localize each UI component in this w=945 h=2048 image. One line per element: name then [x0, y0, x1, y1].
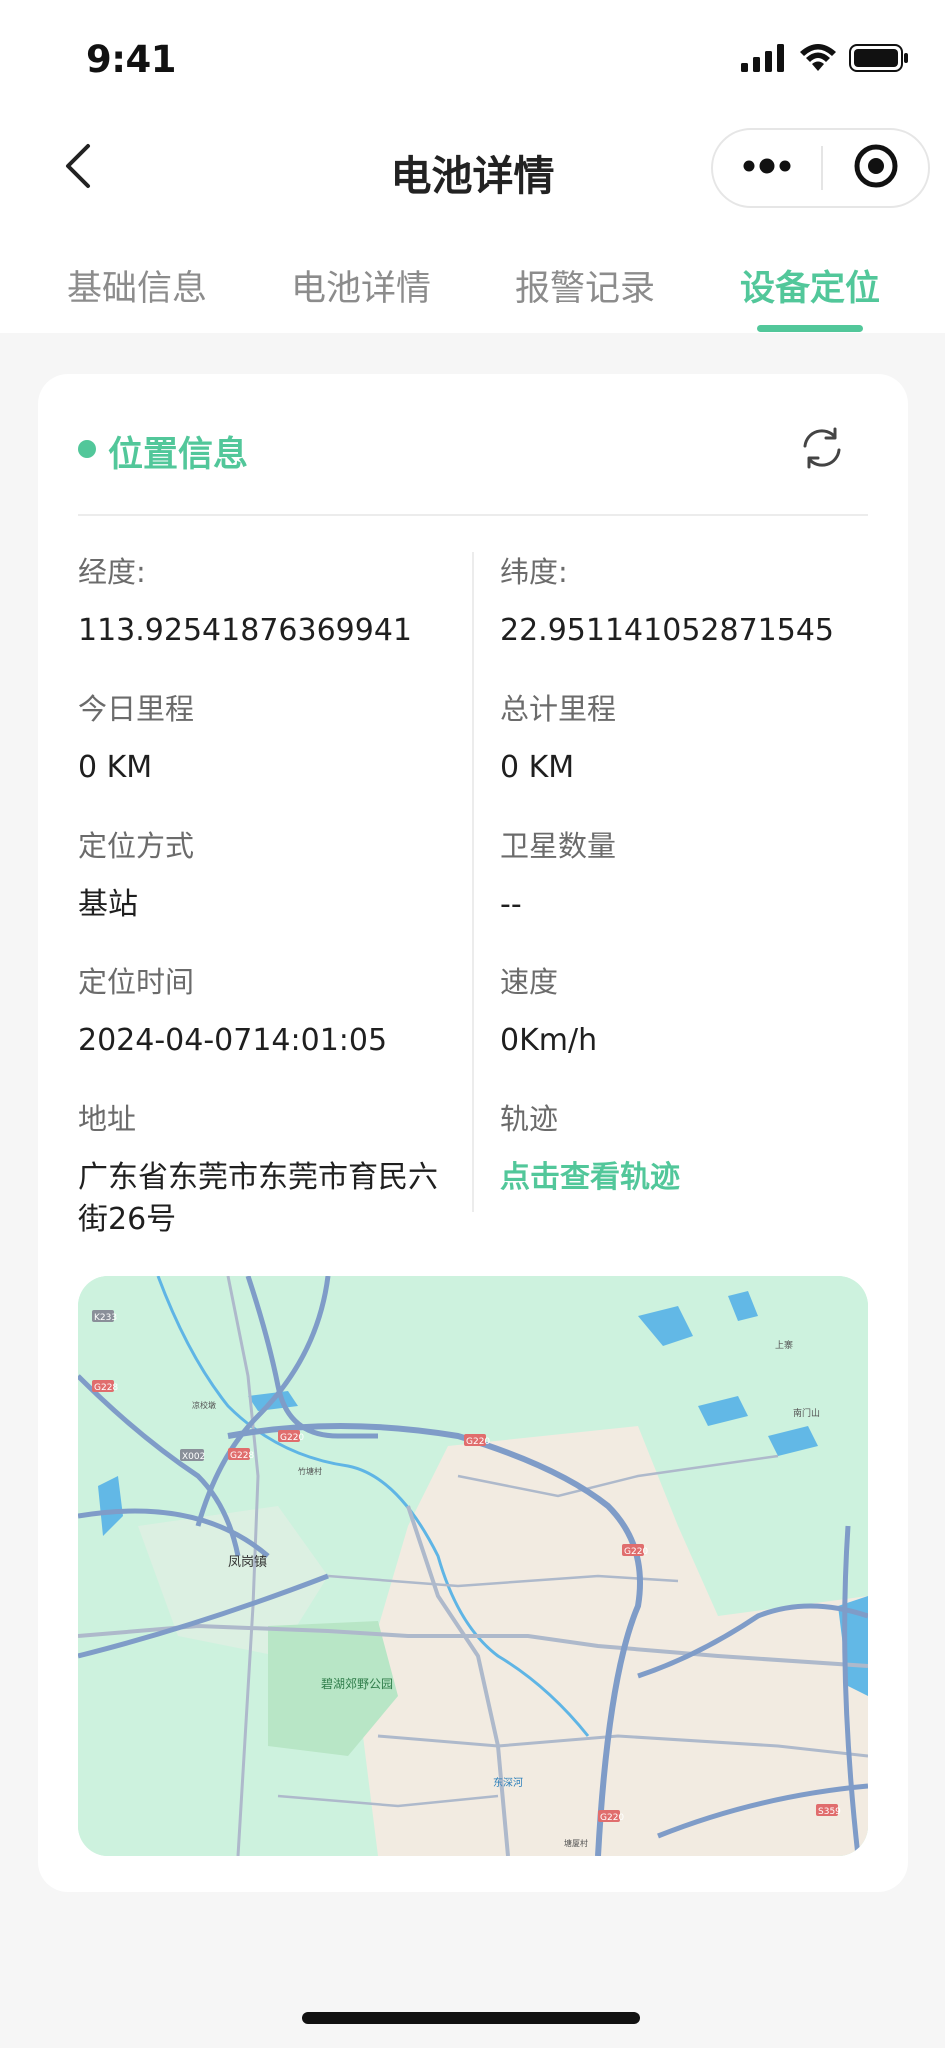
address-field: 地址 广东省东莞市东莞市育民六街26号	[78, 1099, 448, 1241]
battery-icon	[849, 44, 909, 76]
map-label-fenggang: 凤岗镇	[228, 1555, 267, 1570]
svg-text:G220: G220	[466, 1437, 490, 1447]
latitude-field: 纬度: 22.951141052871545	[500, 552, 880, 652]
field-label: 定位方式	[78, 829, 195, 863]
map-label-zhutangcun: 竹塘村	[298, 1466, 322, 1476]
more-button[interactable]	[713, 130, 821, 206]
header-area: 9:41 电池详情 基础信息 电池详情 报警记录 设备定位	[0, 0, 945, 333]
close-mini-program-button[interactable]	[823, 130, 928, 206]
track-field: 轨迹 点击查看轨迹	[500, 1099, 880, 1199]
header-divider	[78, 514, 868, 516]
locate-time-field: 定位时间 2024-04-0714:01:05	[78, 962, 458, 1062]
svg-text:G228: G228	[230, 1451, 254, 1461]
svg-text:G220: G220	[600, 1813, 624, 1823]
status-dot	[78, 440, 96, 458]
svg-text:X002: X002	[182, 1452, 205, 1462]
address-value: 广东省东莞市东莞市育民六街26号	[78, 1160, 438, 1237]
latitude-value: 22.951141052871545	[500, 613, 835, 648]
field-label: 定位时间	[78, 965, 195, 999]
field-label: 速度	[500, 965, 559, 999]
location-card: 位置信息 经度: 113.92541876369941 纬度: 22.95114…	[38, 374, 908, 1892]
refresh-icon	[799, 425, 845, 475]
map-label-yandun: 凉校墩	[192, 1400, 216, 1410]
tab-alarm-records[interactable]: 报警记录	[485, 260, 685, 311]
svg-text:G228: G228	[94, 1383, 118, 1393]
total-mileage-field: 总计里程 0 KM	[500, 689, 880, 789]
nav-bar: 电池详情	[0, 120, 945, 220]
tab-battery-details[interactable]: 电池详情	[261, 260, 461, 311]
svg-text:S359: S359	[818, 1807, 841, 1817]
field-label: 经度:	[78, 555, 146, 589]
tab-basic-info[interactable]: 基础信息	[37, 260, 237, 311]
map-label-dongshenhe: 东深河	[493, 1776, 523, 1789]
satellites-field: 卫星数量 --	[500, 826, 880, 926]
svg-text:K233: K233	[94, 1313, 117, 1323]
refresh-button[interactable]	[796, 424, 848, 476]
locate-time-value: 2024-04-0714:01:05	[78, 1023, 388, 1058]
field-label: 纬度:	[500, 555, 568, 589]
status-bar: 9:41	[0, 0, 945, 120]
field-label: 卫星数量	[500, 829, 617, 863]
locate-method-field: 定位方式 基站	[78, 826, 458, 926]
today-mileage-field: 今日里程 0 KM	[78, 689, 458, 789]
field-label: 轨迹	[500, 1102, 559, 1136]
svg-text:G220: G220	[624, 1547, 648, 1557]
total-mileage-value: 0 KM	[500, 750, 575, 785]
today-mileage-value: 0 KM	[78, 750, 153, 785]
tab-bar: 基础信息 电池详情 报警记录 设备定位	[0, 240, 945, 333]
field-label: 总计里程	[500, 692, 617, 726]
speed-field: 速度 0Km/h	[500, 962, 880, 1062]
status-time: 9:41	[86, 38, 177, 81]
field-label: 今日里程	[78, 692, 195, 726]
satellites-value: --	[500, 887, 522, 922]
field-label: 地址	[78, 1102, 137, 1136]
view-track-link[interactable]: 点击查看轨迹	[500, 1157, 880, 1199]
cellular-signal-icon	[741, 44, 787, 76]
tab-device-location[interactable]: 设备定位	[710, 260, 910, 311]
column-divider	[472, 552, 474, 1212]
active-tab-indicator	[757, 325, 863, 332]
locate-method-value: 基站	[78, 887, 138, 922]
map-label-shangzhai: 上寨	[775, 1339, 793, 1351]
target-circle-icon	[853, 143, 899, 193]
mini-program-capsule	[711, 128, 930, 208]
map-label-tangshancun: 塘厦村	[564, 1838, 588, 1848]
more-dots-icon	[742, 158, 792, 178]
location-map[interactable]: K233 G228 X002 G228 G220 G220 G220 G220 …	[78, 1276, 868, 1856]
map-label-nanmenshan: 南门山	[793, 1407, 820, 1419]
home-indicator	[302, 2012, 640, 2024]
longitude-value: 113.92541876369941	[78, 613, 413, 648]
map-label-bihu-park: 碧湖郊野公园	[321, 1676, 393, 1691]
status-icons	[741, 44, 909, 76]
svg-text:G220: G220	[280, 1433, 304, 1443]
wifi-icon	[799, 44, 837, 76]
speed-value: 0Km/h	[500, 1023, 598, 1058]
longitude-field: 经度: 113.92541876369941	[78, 552, 458, 652]
card-header: 位置信息	[78, 414, 868, 486]
card-title: 位置信息	[108, 435, 249, 475]
